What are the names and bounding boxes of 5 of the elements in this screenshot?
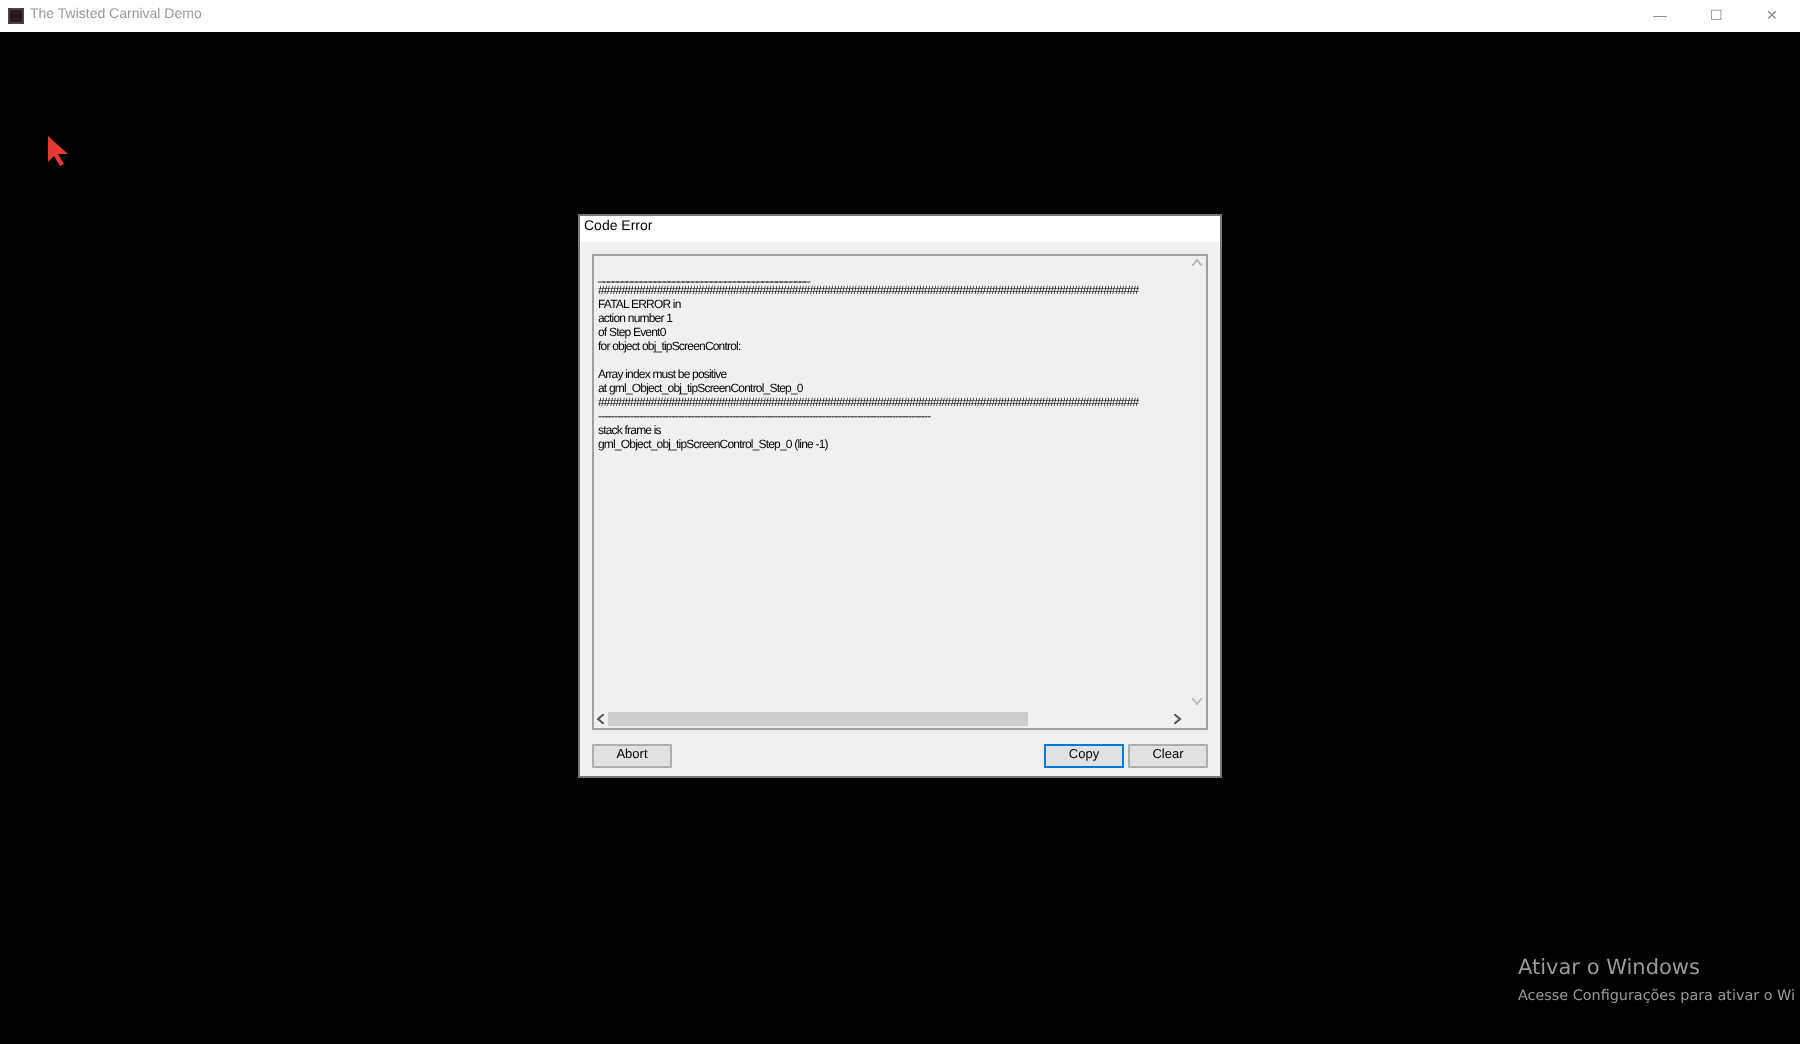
activation-title: Ativar o Windows [1518,954,1702,984]
error-text-area[interactable] [592,254,1208,730]
scroll-thumb[interactable] [608,711,1028,725]
app-icon [8,8,24,24]
cursor-icon [46,134,70,168]
